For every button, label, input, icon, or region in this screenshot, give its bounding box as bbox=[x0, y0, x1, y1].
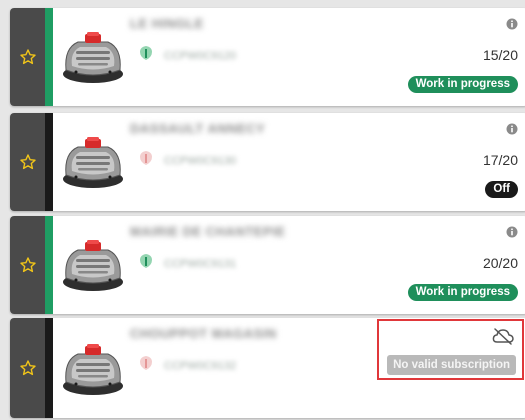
robot-card[interactable]: MAIRIE DE CHANTEPIE CCPW0C9131 20/20 Wor… bbox=[10, 216, 525, 314]
robot-mower-image bbox=[62, 31, 124, 84]
robot-name: MAIRIE DE CHANTEPIE bbox=[130, 224, 286, 239]
status-stripe bbox=[45, 8, 53, 106]
status-stripe bbox=[45, 113, 53, 211]
robot-mower-image bbox=[62, 239, 124, 292]
connection-icon bbox=[139, 253, 153, 269]
status-badge: Work in progress bbox=[407, 76, 518, 93]
robot-name: LE HINGLE bbox=[130, 16, 204, 31]
star-icon[interactable] bbox=[19, 49, 36, 65]
status-badge: Off bbox=[485, 181, 518, 198]
connection-icon bbox=[139, 45, 153, 61]
favorite-toggle[interactable] bbox=[10, 113, 45, 211]
robot-score: 20/20 bbox=[482, 255, 518, 271]
favorite-toggle[interactable] bbox=[10, 318, 45, 418]
robot-serial: CCPW0C9120 bbox=[164, 50, 237, 62]
star-icon[interactable] bbox=[19, 154, 36, 170]
robot-mower-image bbox=[62, 343, 124, 396]
info-icon[interactable] bbox=[506, 226, 518, 238]
status-stripe bbox=[45, 216, 53, 314]
status-stripe bbox=[45, 318, 53, 418]
robot-serial: CCPW0C9130 bbox=[164, 155, 237, 167]
cloud-off-icon[interactable] bbox=[492, 327, 514, 345]
connection-icon bbox=[139, 150, 153, 166]
subscription-highlight: No valid subscription bbox=[377, 319, 524, 380]
robot-score: 17/20 bbox=[482, 152, 518, 168]
star-icon[interactable] bbox=[19, 257, 36, 273]
info-icon[interactable] bbox=[506, 18, 518, 30]
subscription-status-badge: No valid subscription bbox=[387, 355, 516, 375]
robot-name: DASSAULT ANNECY bbox=[130, 121, 266, 136]
robot-card[interactable]: DASSAULT ANNECY CCPW0C9130 17/20 Off bbox=[10, 113, 525, 211]
favorite-toggle[interactable] bbox=[10, 8, 45, 106]
robot-name: CHOUPPOT MAGASIN bbox=[130, 326, 277, 341]
robot-card[interactable]: CHOUPPOT MAGASIN CCPW0C9132 No valid sub… bbox=[10, 318, 525, 418]
connection-icon bbox=[139, 355, 153, 371]
favorite-toggle[interactable] bbox=[10, 216, 45, 314]
robot-score: 15/20 bbox=[482, 47, 518, 63]
status-badge: Work in progress bbox=[407, 284, 518, 301]
info-icon[interactable] bbox=[506, 123, 518, 135]
robot-serial: CCPW0C9131 bbox=[164, 258, 237, 270]
robot-serial: CCPW0C9132 bbox=[164, 360, 237, 372]
robot-card[interactable]: LE HINGLE CCPW0C9120 15/20 Work in progr… bbox=[10, 8, 525, 106]
robot-mower-image bbox=[62, 136, 124, 189]
star-icon[interactable] bbox=[19, 360, 36, 376]
